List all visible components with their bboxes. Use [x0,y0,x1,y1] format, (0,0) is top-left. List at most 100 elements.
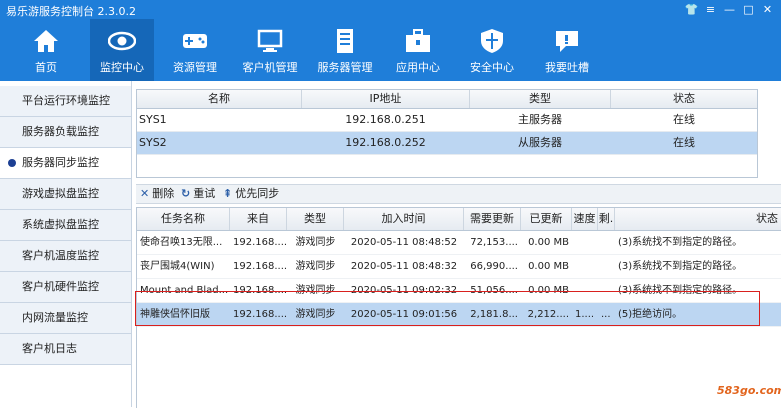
server-ip: 192.168.0.251 [345,113,426,126]
eye-icon [108,31,136,51]
column-header[interactable]: 需要更新 [464,208,521,230]
sidebar-item-label: 服务器负载监控 [22,125,99,138]
nav-label: 客户机管理 [242,61,298,74]
nav-home[interactable]: 首页 [14,19,78,81]
home-icon [34,30,58,52]
nav-label: 首页 [35,61,57,74]
sidebar-item-game-disk[interactable]: 游戏虚拟盘监控 [0,179,131,210]
sidebar-item-label: 游戏虚拟盘监控 [22,187,99,200]
column-header[interactable]: 任务名称 [137,208,230,230]
nav-label: 服务器管理 [317,61,373,74]
sidebar-item-client-hardware[interactable]: 客户机硬件监控 [0,272,131,303]
task-name: 使命召唤13无限... [140,237,223,248]
shield-icon [481,29,503,53]
retry-label: 重试 [193,187,216,200]
nav-monitor[interactable]: 监控中心 [90,19,154,81]
close-button[interactable]: ✕ [758,1,777,18]
refresh-icon: ↻ [181,187,191,200]
task-type: 游戏同步 [295,261,336,272]
menu-icon[interactable]: ≡ [701,1,720,18]
server-icon [337,29,353,53]
minimize-button[interactable]: — [720,1,739,18]
sidebar-item-server-load[interactable]: 服务器负载监控 [0,117,131,148]
toolbox-icon [406,29,430,52]
task-status: (3)系统找不到指定的路径。 [618,237,743,248]
table-header: 任务名称 来自 类型 加入时间 需要更新 已更新 速度 剩. 状态 [137,208,781,231]
task-done: 0.00 MB [528,261,569,272]
priority-label: 优先同步 [235,187,280,200]
task-time: 2020-05-11 08:48:52 [350,237,458,248]
column-header[interactable]: 加入时间 [344,208,464,230]
window-title: 易乐游服务控制台 2.3.0.2 [6,5,136,18]
maximize-button[interactable]: □ [739,1,758,18]
column-header[interactable]: 状态 [611,90,757,108]
sidebar-item-label: 客户机日志 [22,342,77,355]
sidebar-item-server-sync[interactable]: 服务器同步监控 [0,148,131,179]
server-name: SYS1 [139,113,167,126]
nav-apps[interactable]: 应用中心 [386,19,450,81]
sidebar-item-platform[interactable]: 平台运行环境监控 [0,86,131,117]
sidebar-item-label: 客户机硬件监控 [22,280,99,293]
nav-label: 应用中心 [396,61,440,74]
task-done: 0.00 MB [528,237,569,248]
column-header[interactable]: 来自 [230,208,287,230]
server-status: 在线 [673,113,695,126]
server-status: 在线 [673,136,695,149]
nav-label: 安全中心 [470,61,514,74]
nav-security[interactable]: 安全中心 [460,19,524,81]
table-row[interactable]: SYS2 192.168.0.252 从服务器 在线 [137,132,757,155]
task-type: 游戏同步 [295,237,336,248]
column-header[interactable]: IP地址 [302,90,470,108]
task-time: 2020-05-11 08:48:32 [350,261,458,272]
task-from: 192.168.... [233,261,287,272]
task-from: 192.168.... [233,237,287,248]
skin-icon[interactable]: 👕 [682,1,701,18]
gamepad-icon [183,34,207,48]
priority-sync-button[interactable]: ⇞ 优先同步 [223,186,279,202]
window-controls: 👕 ≡ — □ ✕ [682,1,777,18]
chat-icon [556,31,578,52]
task-toolbar: ✕ 删除 ↻ 重试 ⇞ 优先同步 [136,184,781,204]
column-header[interactable]: 名称 [137,90,302,108]
delete-label: 删除 [152,187,175,200]
task-speed [572,255,598,278]
sidebar-item-label: 客户机温度监控 [22,249,99,262]
sidebar-item-client-temp[interactable]: 客户机温度监控 [0,241,131,272]
task-need: 66,990.... [470,261,518,272]
priority-icon: ⇞ [223,187,233,200]
sidebar-item-system-disk[interactable]: 系统虚拟盘监控 [0,210,131,241]
highlight-box [135,291,760,326]
column-header[interactable]: 已更新 [521,208,572,230]
delete-button[interactable]: ✕ 删除 [140,186,174,202]
task-speed [572,231,598,254]
task-remain [598,255,615,278]
task-remain [598,231,615,254]
server-table: 名称 IP地址 类型 状态 SYS1 192.168.0.251 主服务器 在线… [136,89,758,178]
table-row[interactable]: SYS1 192.168.0.251 主服务器 在线 [137,109,757,132]
server-type: 主服务器 [518,113,562,126]
active-dot-icon [8,159,16,167]
table-row[interactable]: 使命召唤13无限... 192.168.... 游戏同步 2020-05-11 … [137,231,781,255]
sidebar-item-client-log[interactable]: 客户机日志 [0,334,131,365]
empty-row [137,155,757,177]
table-row[interactable]: 丧尸围城4(WIN) 192.168.... 游戏同步 2020-05-11 0… [137,255,781,279]
close-icon: ✕ [140,187,150,200]
retry-button[interactable]: ↻ 重试 [181,186,215,202]
column-header[interactable]: 速度 [572,208,598,230]
nav-servers[interactable]: 服务器管理 [313,19,377,81]
sidebar-item-label: 内网流量监控 [22,311,88,324]
nav-resources[interactable]: 资源管理 [163,19,227,81]
monitor-icon [257,29,283,52]
column-header[interactable]: 类型 [470,90,611,108]
server-type: 从服务器 [518,136,562,149]
nav-feedback[interactable]: 我要吐槽 [535,19,599,81]
column-header[interactable]: 状态 [615,208,781,230]
main-panel: 名称 IP地址 类型 状态 SYS1 192.168.0.251 主服务器 在线… [132,81,781,408]
column-header[interactable]: 类型 [287,208,344,230]
nav-label: 监控中心 [100,61,144,74]
sidebar-item-label: 服务器同步监控 [22,156,99,169]
column-header[interactable]: 剩. [598,208,615,230]
sidebar-item-lan-traffic[interactable]: 内网流量监控 [0,303,131,334]
sidebar-item-label: 系统虚拟盘监控 [22,218,99,231]
nav-clients[interactable]: 客户机管理 [238,19,302,81]
